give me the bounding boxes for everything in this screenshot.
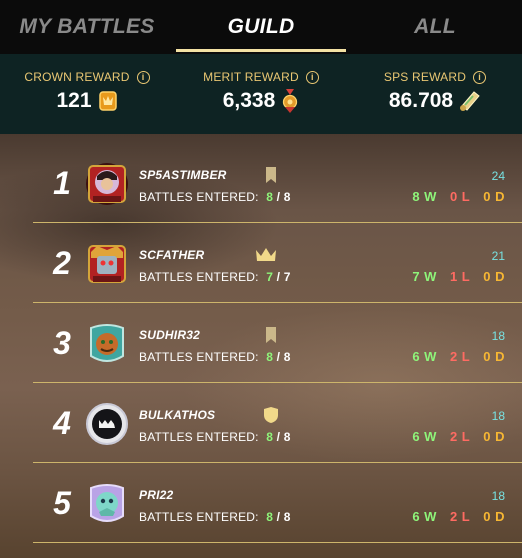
merit-reward: MERIT REWARD i 6,338 bbox=[174, 54, 348, 134]
info-icon[interactable]: i bbox=[473, 70, 487, 84]
battles-entered-count: 8 bbox=[266, 350, 274, 364]
wins: 6 W bbox=[412, 429, 437, 444]
tab-all[interactable]: ALL bbox=[348, 0, 522, 54]
battles-entered-count: 7 bbox=[266, 270, 274, 284]
wins: 6 W bbox=[412, 509, 437, 524]
player-name[interactable]: PRI22 bbox=[139, 488, 173, 502]
crown-icon bbox=[256, 248, 276, 261]
win-loss-record: 6 W 2 L 0 D bbox=[412, 349, 505, 364]
battles-entered-count: 8 bbox=[266, 430, 274, 444]
crown-reward-value: 121 bbox=[56, 89, 92, 112]
win-loss-record: 7 W 1 L 0 D bbox=[412, 269, 505, 284]
battles-total-count: 8 bbox=[283, 430, 291, 444]
crown-reward: CROWN REWARD i 121 bbox=[0, 54, 174, 134]
tab-my-battles[interactable]: MY BATTLES bbox=[0, 0, 174, 54]
draws: 0 D bbox=[483, 269, 505, 284]
crown-token-icon bbox=[98, 91, 117, 111]
rewards-panel: CROWN REWARD i 121 MERIT REWARD i 6,338 bbox=[0, 54, 522, 134]
avatar[interactable] bbox=[85, 162, 129, 206]
battles-entered-count: 8 bbox=[266, 190, 274, 204]
losses: 2 L bbox=[449, 429, 471, 444]
avatar[interactable] bbox=[85, 402, 129, 446]
tab-guild[interactable]: GUILD bbox=[174, 0, 348, 54]
merit-reward-value: 6,338 bbox=[222, 89, 276, 112]
draws: 0 D bbox=[483, 509, 505, 524]
rank-number: 4 bbox=[53, 404, 71, 441]
battles-entered-label: BATTLES ENTERED: bbox=[139, 510, 259, 524]
win-loss-record: 6 W 2 L 0 D bbox=[412, 509, 505, 524]
rank-number: 2 bbox=[53, 244, 71, 281]
tab-bar: MY BATTLES GUILD ALL bbox=[0, 0, 522, 54]
points: 18 bbox=[491, 409, 505, 423]
draws: 0 D bbox=[483, 189, 505, 204]
player-name[interactable]: SCFATHER bbox=[139, 248, 204, 262]
table-row[interactable]: 1 SP5ASTIMBER BATTLES ENTERED: 8 / 8 24 … bbox=[33, 143, 522, 223]
guild-leaderboard[interactable]: 1 SP5ASTIMBER BATTLES ENTERED: 8 / 8 24 … bbox=[0, 134, 522, 558]
points: 18 bbox=[491, 489, 505, 503]
merit-reward-title: MERIT REWARD bbox=[203, 70, 299, 84]
avatar[interactable] bbox=[85, 242, 129, 286]
battles-entered-label: BATTLES ENTERED: bbox=[139, 270, 259, 284]
rank-number: 3 bbox=[53, 324, 71, 361]
battles-total-count: 8 bbox=[283, 190, 291, 204]
points: 18 bbox=[491, 329, 505, 343]
crown-reward-title: CROWN REWARD bbox=[24, 70, 130, 84]
bookmark-icon bbox=[266, 327, 276, 343]
rank-number: 1 bbox=[53, 164, 71, 201]
points: 24 bbox=[491, 169, 505, 183]
win-loss-record: 8 W 0 L 0 D bbox=[412, 189, 505, 204]
rank-number: 5 bbox=[53, 484, 71, 521]
table-row[interactable]: 2 SCFATHER BATTLES ENTERED: 7 / 7 21 7 W… bbox=[33, 223, 522, 303]
table-row[interactable]: 4 BULKATHOS BATTLES ENTERED: 8 / 8 18 6 … bbox=[33, 383, 522, 463]
sps-reward-title: SPS REWARD bbox=[383, 70, 467, 84]
battles-total-count: 7 bbox=[283, 270, 291, 284]
info-icon[interactable]: i bbox=[305, 70, 319, 84]
table-row[interactable]: 5 PRI22 BATTLES ENTERED: 8 / 8 18 6 W 2 … bbox=[33, 463, 522, 543]
battles-total-count: 8 bbox=[283, 510, 291, 524]
battles-total-count: 8 bbox=[283, 350, 291, 364]
avatar[interactable] bbox=[85, 322, 129, 366]
sps-reward-value: 86.708 bbox=[388, 89, 454, 112]
table-row[interactable]: 3 SUDHIR32 BATTLES ENTERED: 8 / 8 18 6 W… bbox=[33, 303, 522, 383]
losses: 2 L bbox=[449, 509, 471, 524]
wins: 8 W bbox=[412, 189, 437, 204]
draws: 0 D bbox=[483, 349, 505, 364]
battles-entered-label: BATTLES ENTERED: bbox=[139, 430, 259, 444]
battles-entered-label: BATTLES ENTERED: bbox=[139, 350, 259, 364]
losses: 2 L bbox=[449, 349, 471, 364]
shield-icon bbox=[264, 407, 278, 423]
bookmark-icon bbox=[266, 167, 276, 183]
avatar[interactable] bbox=[85, 482, 129, 526]
losses: 1 L bbox=[449, 269, 471, 284]
player-name[interactable]: SUDHIR32 bbox=[139, 328, 200, 342]
points: 21 bbox=[491, 249, 505, 263]
losses: 0 L bbox=[449, 189, 471, 204]
win-loss-record: 6 W 2 L 0 D bbox=[412, 429, 505, 444]
wins: 6 W bbox=[412, 349, 437, 364]
player-name[interactable]: SP5ASTIMBER bbox=[139, 168, 227, 182]
wins: 7 W bbox=[412, 269, 437, 284]
sps-scroll-icon bbox=[460, 91, 480, 111]
battles-entered-label: BATTLES ENTERED: bbox=[139, 190, 259, 204]
info-icon[interactable]: i bbox=[136, 70, 150, 84]
sps-reward: SPS REWARD i 86.708 bbox=[348, 54, 522, 134]
battles-entered-count: 8 bbox=[266, 510, 274, 524]
player-name[interactable]: BULKATHOS bbox=[139, 408, 215, 422]
merit-medal-icon bbox=[283, 89, 298, 113]
draws: 0 D bbox=[483, 429, 505, 444]
